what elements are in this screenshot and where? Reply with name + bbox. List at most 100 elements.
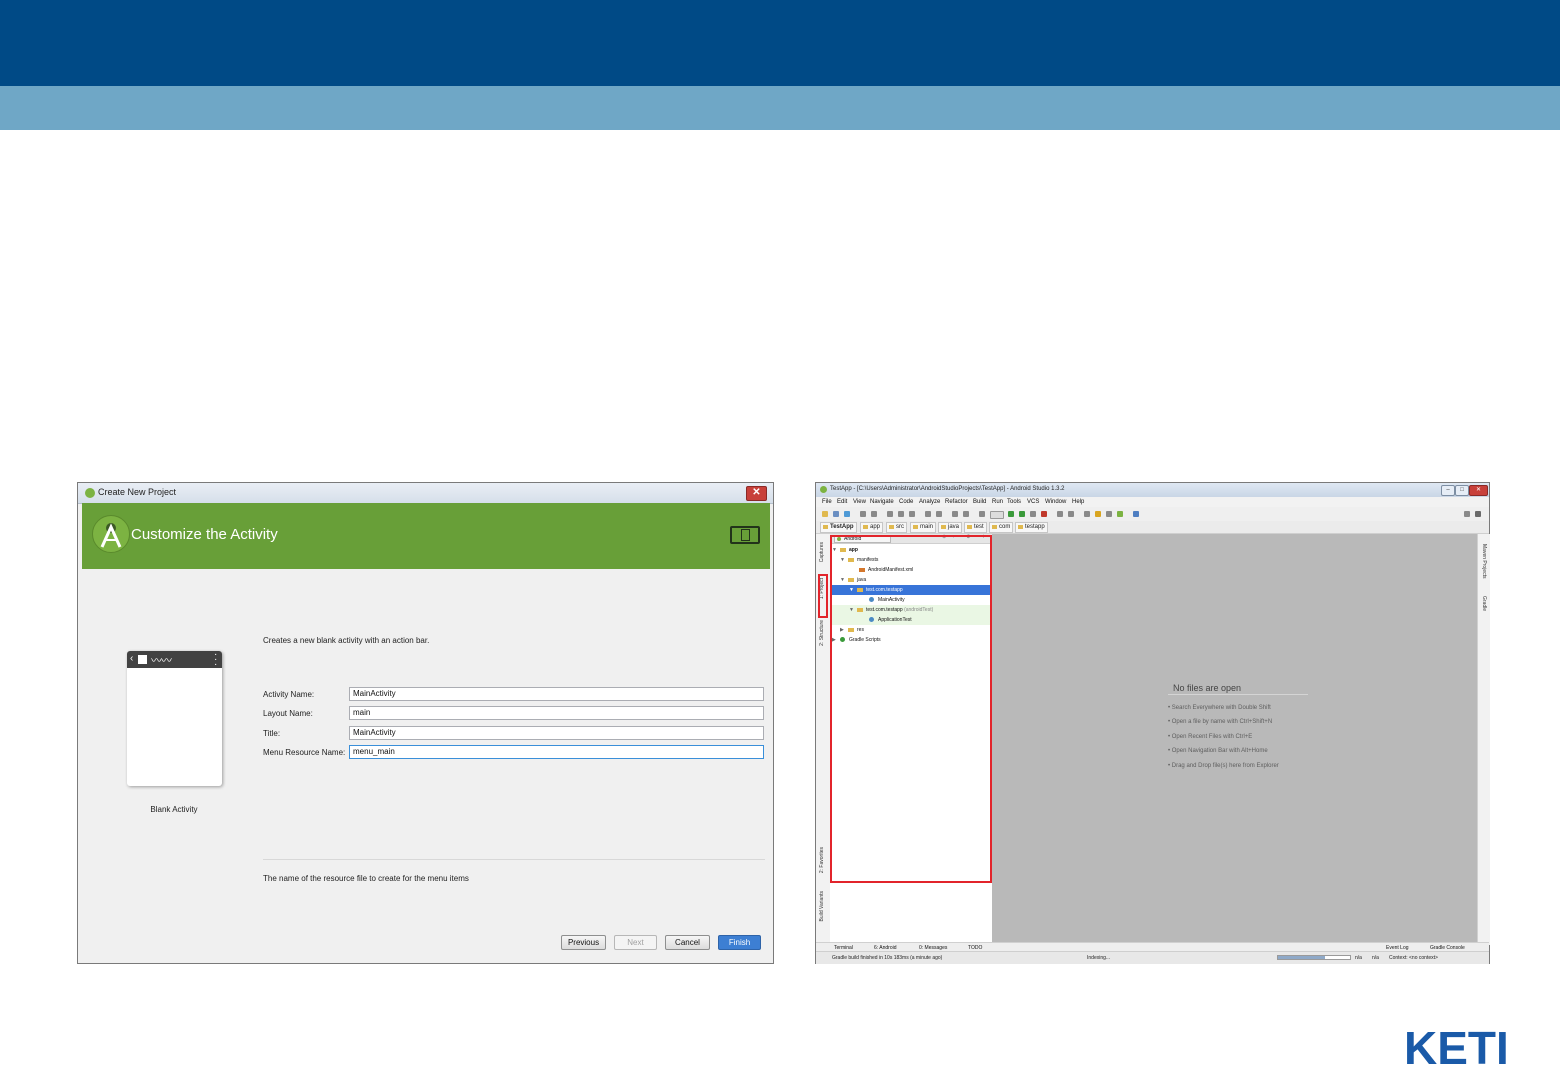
stop-icon[interactable] — [1041, 511, 1047, 517]
tab-favorites[interactable]: 2: Favorites — [819, 847, 825, 873]
run-icon[interactable] — [1008, 511, 1014, 517]
editor-tip: • Drag and Drop file(s) here from Explor… — [1168, 763, 1279, 769]
open-icon[interactable] — [822, 511, 828, 517]
help-icon[interactable] — [1133, 511, 1139, 517]
breadcrumb-src[interactable]: src — [886, 522, 907, 533]
breadcrumb-java[interactable]: java — [938, 522, 963, 533]
menu-file[interactable]: File — [822, 499, 832, 505]
next-button[interactable]: Next — [614, 935, 657, 950]
android-studio-logo-icon — [92, 515, 130, 553]
android-icon[interactable] — [1117, 511, 1123, 517]
previous-button[interactable]: Previous — [561, 935, 606, 950]
wizard-body: ‹ 〰〰 · · · Blank Activity Creates a new bl… — [82, 569, 770, 961]
editor-tip: • Search Everywhere with Double Shift — [1168, 705, 1271, 711]
android-studio-window: TestApp - [C:\Users\Administrator\Androi… — [815, 482, 1490, 964]
minimize-button[interactable]: – — [1441, 485, 1455, 496]
menu-navigate[interactable]: Navigate — [870, 499, 894, 505]
undo-icon[interactable] — [860, 511, 866, 517]
maximize-button[interactable]: □ — [1455, 485, 1469, 496]
menu-resource-field[interactable]: menu_main — [349, 745, 764, 759]
wizard-banner: Customize the Activity — [82, 503, 770, 569]
menu-code[interactable]: Code — [899, 499, 913, 505]
layout-name-label: Layout Name: — [263, 709, 313, 718]
layout-name-field[interactable]: main — [349, 706, 764, 720]
breadcrumb-com[interactable]: com — [989, 522, 1014, 533]
menu-run[interactable]: Run — [992, 499, 1003, 505]
sync-icon[interactable] — [844, 511, 850, 517]
menu-refactor[interactable]: Refactor — [945, 499, 968, 505]
project-panel-highlight — [830, 535, 992, 883]
layout-icon[interactable] — [1475, 511, 1481, 517]
breadcrumb-main[interactable]: main — [910, 522, 937, 533]
tab-gradle[interactable]: Gradle — [1481, 596, 1487, 611]
wizard-heading: Customize the Activity — [131, 526, 278, 543]
create-project-window: Create New Project ✕ Customize the Activ… — [77, 482, 774, 964]
tab-maven-projects[interactable]: Maven Projects — [1481, 544, 1487, 578]
run-config-dropdown-icon[interactable] — [990, 511, 1004, 519]
editor-area[interactable]: No files are open • Search Everywhere wi… — [992, 534, 1477, 945]
tab-captures[interactable]: Captures — [819, 542, 825, 562]
menu-edit[interactable]: Edit — [837, 499, 847, 505]
replace-icon[interactable] — [936, 511, 942, 517]
menu-vcs[interactable]: VCS — [1027, 499, 1039, 505]
redo-icon[interactable] — [871, 511, 877, 517]
coverage-icon[interactable] — [1030, 511, 1036, 517]
device-form-factor-icon — [730, 526, 760, 544]
no-files-heading: No files are open — [1173, 683, 1242, 693]
menu-tools[interactable]: Tools — [1007, 499, 1021, 505]
menu-view[interactable]: View — [853, 499, 866, 505]
menu-analyze[interactable]: Analyze — [919, 499, 940, 505]
copy-icon[interactable] — [898, 511, 904, 517]
tab-build-variants[interactable]: Build Variants — [819, 891, 825, 921]
project-tab-highlight — [818, 574, 828, 618]
back-arrow-icon: ‹ — [130, 653, 134, 664]
android-studio-icon — [820, 486, 827, 493]
status-message[interactable]: Gradle build finished in 10s 183ms (a mi… — [832, 955, 942, 961]
menu-build[interactable]: Build — [973, 499, 986, 505]
template-label: Blank Activity — [150, 805, 198, 814]
context-indicator[interactable]: Context: <no context> — [1389, 955, 1438, 961]
cancel-button[interactable]: Cancel — [665, 935, 710, 950]
caret-position[interactable]: n/a — [1355, 955, 1362, 961]
breadcrumb-testapp-package[interactable]: testapp — [1015, 522, 1048, 533]
cut-icon[interactable] — [887, 511, 893, 517]
slide-subheader-band — [0, 86, 1560, 130]
breadcrumb-test[interactable]: test — [964, 522, 987, 533]
window-titlebar: Create New Project ✕ — [78, 483, 773, 504]
project-structure-icon[interactable] — [1068, 511, 1074, 517]
build-icon[interactable] — [979, 511, 985, 517]
sdk-manager-icon[interactable] — [1057, 511, 1063, 517]
find-icon[interactable] — [925, 511, 931, 517]
debug-icon[interactable] — [1019, 511, 1025, 517]
finish-button[interactable]: Finish — [718, 935, 761, 950]
close-button[interactable]: ✕ — [746, 486, 767, 501]
divider — [1168, 694, 1308, 695]
line-separator[interactable]: n/a — [1372, 955, 1379, 961]
editor-tip: • Open a file by name with Ctrl+Shift+N — [1168, 719, 1273, 725]
menu-resource-label: Menu Resource Name: — [263, 748, 346, 757]
back-icon[interactable] — [952, 511, 958, 517]
menu-window[interactable]: Window — [1045, 499, 1066, 505]
search-icon[interactable] — [1464, 511, 1470, 517]
tab-structure[interactable]: 2: Structure — [819, 620, 825, 646]
monitor-icon[interactable] — [1106, 511, 1112, 517]
right-tool-strip: Maven Projects Gradle — [1477, 534, 1490, 945]
gradle-sync-icon[interactable] — [1095, 511, 1101, 517]
activity-name-field[interactable]: MainActivity — [349, 687, 764, 701]
window-title: Create New Project — [98, 487, 177, 497]
paste-icon[interactable] — [909, 511, 915, 517]
status-bar: Gradle build finished in 10s 183ms (a mi… — [816, 951, 1489, 964]
overflow-menu-icon: · · · — [214, 649, 218, 670]
title-field[interactable]: MainActivity — [349, 726, 764, 740]
menu-help[interactable]: Help — [1072, 499, 1084, 505]
field-hint: The name of the resource file to create … — [263, 874, 469, 883]
breadcrumb-testapp[interactable]: TestApp — [820, 522, 857, 533]
breadcrumb-app[interactable]: app — [860, 522, 884, 533]
editor-tip: • Open Recent Files with Ctrl+E — [1168, 734, 1253, 740]
forward-icon[interactable] — [963, 511, 969, 517]
avd-manager-icon[interactable] — [1084, 511, 1090, 517]
close-button[interactable]: ✕ — [1469, 485, 1488, 496]
save-icon[interactable] — [833, 511, 839, 517]
navigation-breadcrumb: TestApp app src main java test com testa… — [816, 521, 1489, 534]
blank-activity-preview[interactable]: ‹ 〰〰 · · · — [127, 649, 222, 786]
